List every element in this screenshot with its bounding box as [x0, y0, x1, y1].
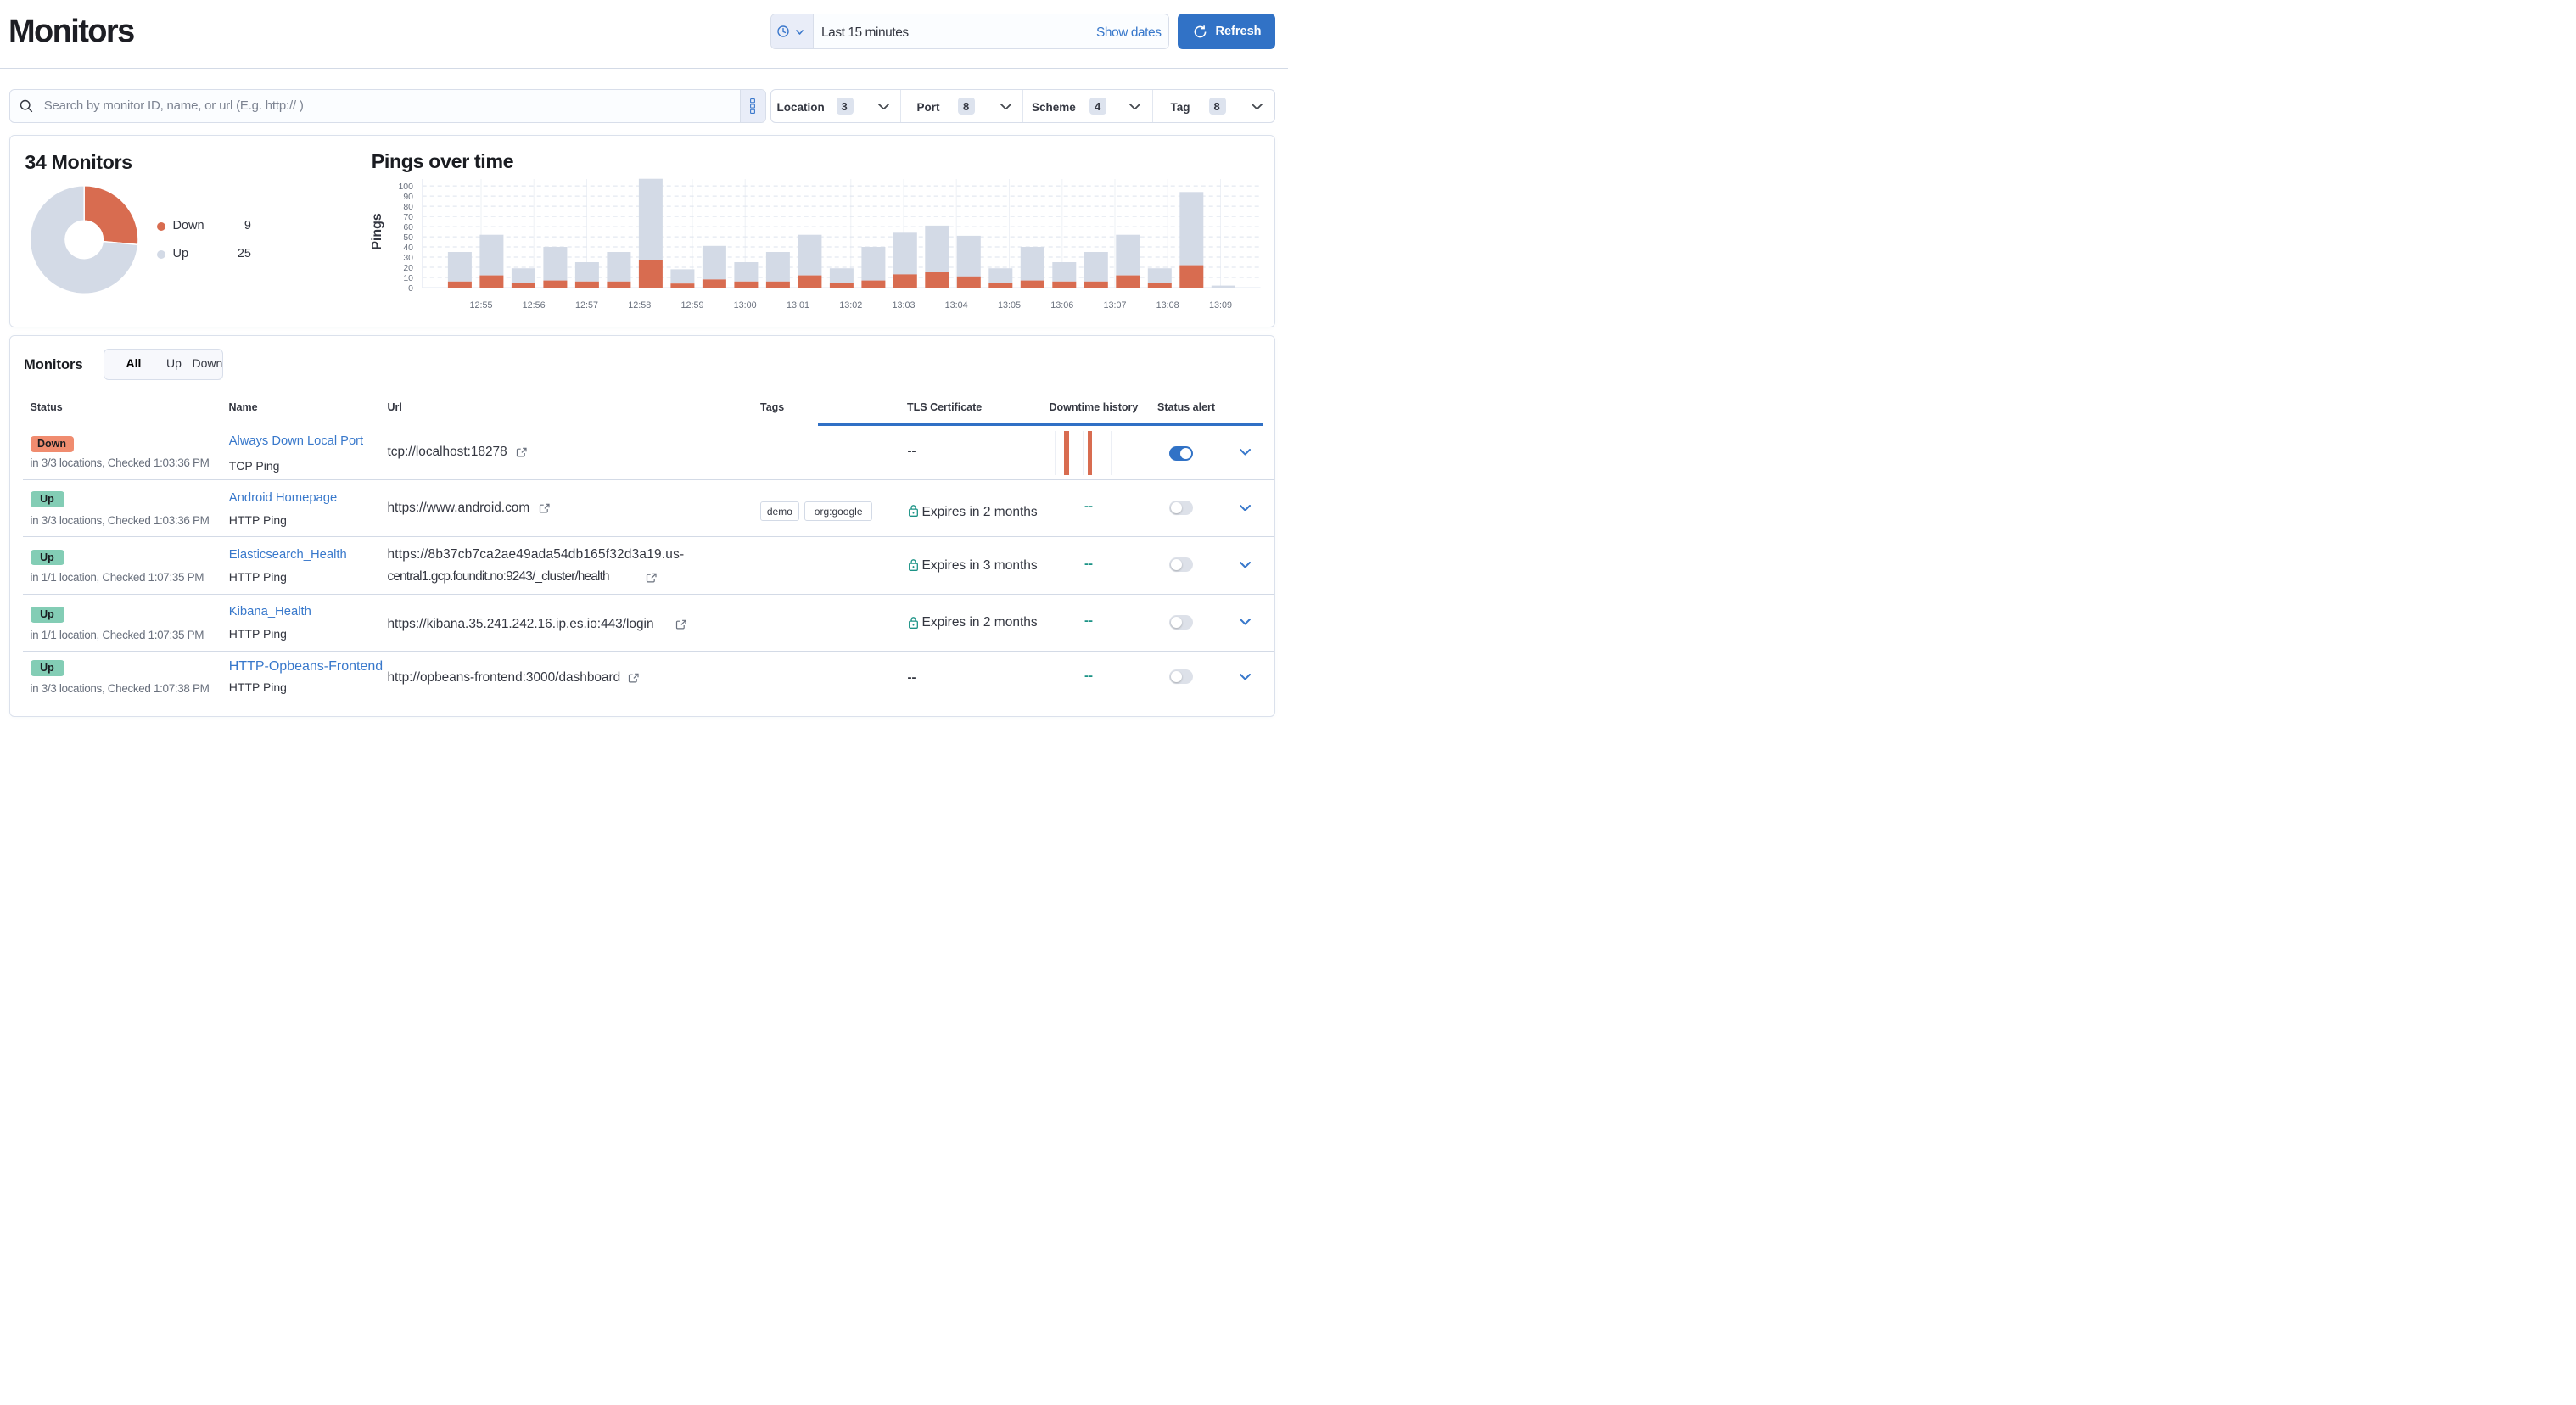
svg-text:13:06: 13:06	[1050, 300, 1073, 311]
svg-text:70: 70	[403, 212, 413, 222]
svg-text:13:08: 13:08	[1156, 300, 1179, 311]
svg-text:80: 80	[403, 202, 413, 212]
svg-text:13:03: 13:03	[892, 300, 915, 311]
svg-text:13:07: 13:07	[1103, 300, 1126, 311]
svg-text:12:58: 12:58	[628, 300, 651, 311]
svg-text:13:09: 13:09	[1209, 300, 1232, 311]
svg-text:40: 40	[403, 243, 413, 253]
svg-text:13:02: 13:02	[839, 300, 862, 311]
svg-text:12:55: 12:55	[469, 300, 492, 311]
svg-text:12:56: 12:56	[523, 300, 546, 311]
svg-text:60: 60	[403, 222, 413, 232]
svg-text:90: 90	[403, 192, 413, 202]
svg-text:50: 50	[403, 232, 413, 243]
svg-text:10: 10	[403, 273, 413, 283]
svg-text:30: 30	[403, 253, 413, 263]
svg-text:13:05: 13:05	[998, 300, 1021, 311]
svg-text:13:04: 13:04	[945, 300, 968, 311]
svg-text:100: 100	[398, 182, 413, 192]
svg-text:20: 20	[403, 263, 413, 273]
svg-text:13:01: 13:01	[787, 300, 809, 311]
svg-text:12:59: 12:59	[680, 300, 703, 311]
svg-text:12:57: 12:57	[575, 300, 598, 311]
svg-text:13:00: 13:00	[734, 300, 757, 311]
svg-text:0: 0	[408, 283, 413, 294]
